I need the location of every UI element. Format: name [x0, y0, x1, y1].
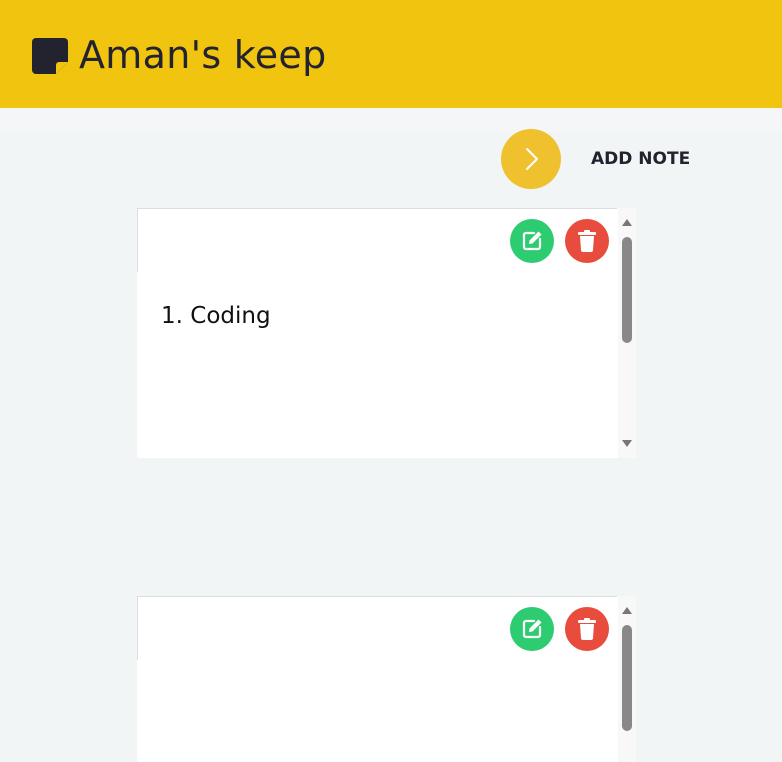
toolbar-background: [0, 108, 782, 132]
sticky-note-icon: [32, 38, 68, 74]
chevron-right-icon: [526, 148, 538, 170]
note-card: 1. Coding: [137, 208, 636, 458]
trash-icon: [578, 618, 596, 640]
note-scrollbar[interactable]: [618, 208, 636, 458]
note-card: [137, 596, 636, 762]
edit-note-button[interactable]: [510, 219, 554, 263]
add-note-label[interactable]: ADD NOTE: [591, 148, 690, 170]
trash-icon: [578, 230, 596, 252]
delete-note-button[interactable]: [565, 219, 609, 263]
app-title: Aman's keep: [79, 33, 327, 77]
app-header: Aman's keep: [0, 0, 782, 108]
edit-icon: [522, 231, 542, 251]
scroll-thumb[interactable]: [622, 625, 632, 731]
delete-note-button[interactable]: [565, 607, 609, 651]
add-note-button[interactable]: [501, 129, 561, 189]
note-content: 1. Coding: [161, 303, 271, 329]
scroll-thumb[interactable]: [622, 237, 632, 343]
edit-icon: [522, 619, 542, 639]
scroll-up-arrow-icon[interactable]: [618, 604, 636, 618]
scroll-down-arrow-icon[interactable]: [618, 436, 636, 450]
note-scrollbar[interactable]: [618, 596, 636, 762]
edit-note-button[interactable]: [510, 607, 554, 651]
scroll-up-arrow-icon[interactable]: [618, 216, 636, 230]
